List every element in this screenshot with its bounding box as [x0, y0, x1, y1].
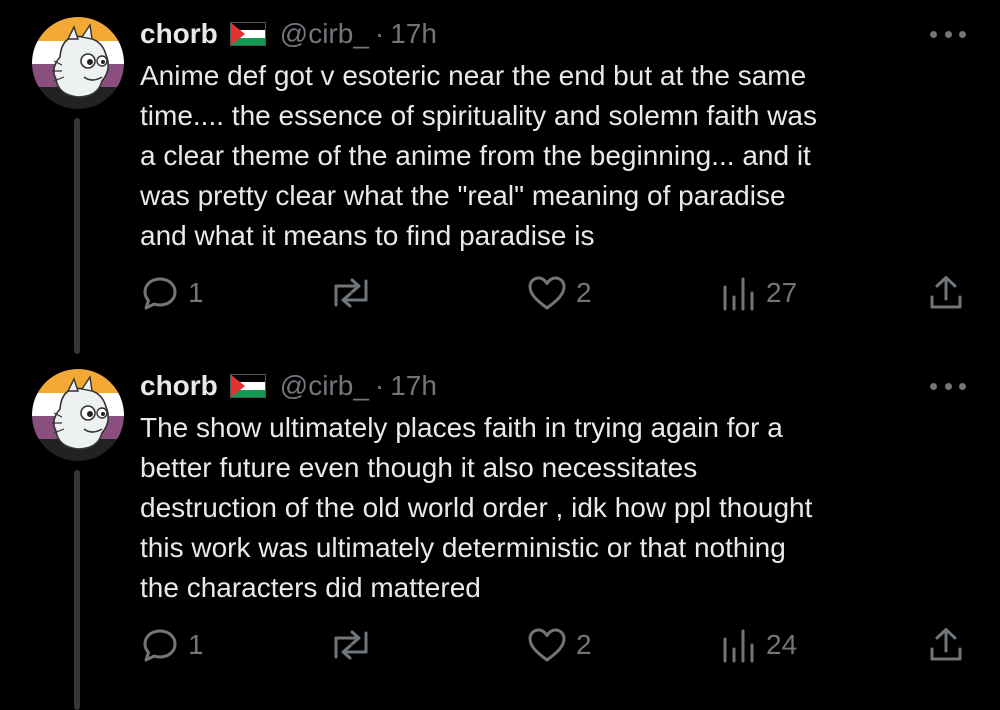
tweet[interactable]: chorb @cirb_ · 17h Anime def got v esote… — [0, 0, 1000, 354]
author-handle[interactable]: @cirb_ — [280, 370, 369, 402]
speech-bubble-icon — [143, 629, 177, 662]
speech-bubble-icon — [143, 277, 177, 310]
palestine-flag-icon — [229, 22, 266, 46]
more-dots-icon[interactable] — [930, 374, 966, 398]
tweet-text: The show ultimately places faith in tryi… — [140, 408, 970, 608]
avatar[interactable] — [32, 17, 124, 109]
heart-icon — [528, 628, 566, 662]
tweet-text-line: the characters did mattered — [140, 572, 481, 603]
heart-icon — [528, 276, 566, 310]
view-count: 27 — [766, 277, 798, 308]
share-button[interactable] — [926, 272, 966, 314]
thread-line — [74, 118, 80, 354]
share-upload-icon — [930, 276, 962, 309]
share-upload-icon — [930, 628, 962, 661]
retweet-icon — [334, 630, 368, 660]
views-button[interactable]: 24 — [718, 624, 797, 666]
tweet-text-line: was pretty clear what the "real" meaning… — [140, 180, 786, 211]
retweet-button[interactable] — [328, 624, 382, 666]
author-name[interactable]: chorb — [140, 370, 218, 402]
timestamp[interactable]: 17h — [390, 370, 437, 402]
tweet-text: Anime def got v esoteric near the end bu… — [140, 56, 970, 256]
author-handle[interactable]: @cirb_ — [280, 18, 369, 50]
tweet-text-line: this work was ultimately deterministic o… — [140, 532, 786, 563]
retweet-icon — [334, 278, 368, 308]
action-bar: 1 2 27 — [140, 272, 970, 314]
reply-count: 1 — [188, 629, 204, 660]
views-button[interactable]: 27 — [718, 272, 797, 314]
tweet[interactable]: chorb @cirb_ · 17h The show ultimately p… — [0, 352, 1000, 710]
tweet-text-line: The show ultimately places faith in tryi… — [140, 412, 783, 443]
tweet-header: chorb @cirb_ · 17h — [140, 14, 437, 54]
tweet-text-line: Anime def got v esoteric near the end bu… — [140, 60, 807, 91]
action-bar: 1 2 24 — [140, 624, 970, 666]
like-count: 2 — [576, 277, 592, 308]
like-button[interactable]: 2 — [526, 624, 592, 666]
timestamp[interactable]: 17h — [390, 18, 437, 50]
tweet-text-line: time.... the essence of spirituality and… — [140, 100, 817, 131]
bar-chart-icon — [723, 277, 754, 311]
reply-button[interactable]: 1 — [140, 624, 204, 666]
avatar[interactable] — [32, 369, 124, 461]
like-count: 2 — [576, 629, 592, 660]
tweet-text-line: better future even though it also necess… — [140, 452, 698, 483]
reply-count: 1 — [188, 277, 204, 308]
palestine-flag-icon — [229, 374, 266, 398]
author-name[interactable]: chorb — [140, 18, 218, 50]
reply-button[interactable]: 1 — [140, 272, 204, 314]
thread-line — [74, 470, 80, 710]
timeline: chorb @cirb_ · 17h Anime def got v esote… — [0, 0, 1000, 710]
tweet-text-line: destruction of the old world order , idk… — [140, 492, 813, 523]
view-count: 24 — [766, 629, 798, 660]
separator-dot: · — [374, 18, 385, 49]
share-button[interactable] — [926, 624, 966, 666]
like-button[interactable]: 2 — [526, 272, 592, 314]
separator-dot: · — [374, 370, 385, 401]
tweet-text-line: a clear theme of the anime from the begi… — [140, 140, 811, 171]
bar-chart-icon — [723, 629, 754, 663]
retweet-button[interactable] — [328, 272, 382, 314]
more-dots-icon[interactable] — [930, 22, 966, 46]
tweet-header: chorb @cirb_ · 17h — [140, 366, 437, 406]
tweet-text-line: and what it means to find paradise is — [140, 220, 595, 251]
